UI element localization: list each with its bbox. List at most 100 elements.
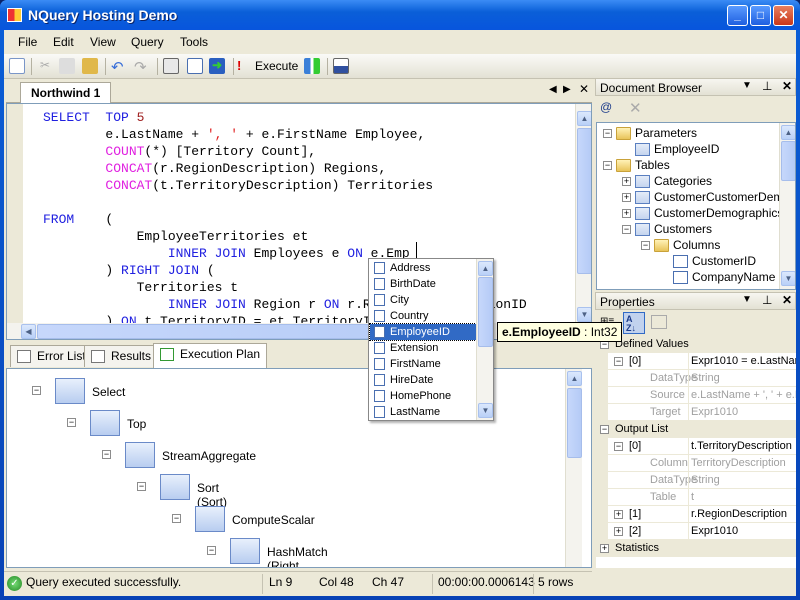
- expand-icon[interactable]: +: [600, 544, 609, 553]
- property-row[interactable]: − Output List: [596, 421, 796, 438]
- collapse-icon[interactable]: −: [32, 386, 41, 395]
- collapse-icon[interactable]: −: [102, 450, 111, 459]
- collapse-icon[interactable]: −: [614, 442, 623, 451]
- property-row[interactable]: −[0]Expr1010 = e.LastName: [596, 353, 796, 370]
- tab-close-icon[interactable]: ✕: [579, 82, 589, 96]
- explain-icon[interactable]: [304, 58, 320, 74]
- document-tree[interactable]: − Parameters EmployeeID − Tables + Categories +…: [596, 122, 796, 290]
- plan-node[interactable]: StreamAggregate: [162, 449, 256, 463]
- undo-icon[interactable]: ↶: [111, 58, 127, 76]
- autocomplete-item[interactable]: BirthDate: [370, 276, 476, 292]
- new-icon[interactable]: [9, 58, 25, 74]
- alphabetical-sort-icon[interactable]: A Z↓: [623, 312, 645, 334]
- collapse-icon[interactable]: −: [614, 357, 623, 366]
- execute-icon[interactable]: !: [237, 58, 241, 73]
- tree-item[interactable]: + CustomerCustomerDemo: [622, 190, 790, 205]
- autocomplete-item[interactable]: City: [370, 292, 476, 308]
- autocomplete-item[interactable]: Address: [370, 260, 476, 276]
- tree-item[interactable]: − Columns: [641, 238, 720, 253]
- property-grid[interactable]: −Defined Values−[0]Expr1010 = e.LastName…: [596, 336, 796, 568]
- collapse-icon[interactable]: −: [641, 241, 650, 251]
- panel-menu-icon[interactable]: ▼: [742, 294, 752, 305]
- tab-error-list[interactable]: Error List: [10, 345, 93, 367]
- execution-plan-view[interactable]: − Select − Top − StreamAggregate − Sort (Sort) −…: [6, 368, 592, 568]
- expand-icon[interactable]: +: [622, 209, 631, 219]
- plan-node[interactable]: Sort (Sort): [197, 481, 227, 509]
- property-row[interactable]: − Defined Values: [596, 336, 796, 353]
- autocomplete-item[interactable]: EmployeeID: [369, 323, 477, 341]
- menu-view[interactable]: View: [90, 35, 116, 49]
- tree-item[interactable]: + CustomerDemographics: [622, 206, 783, 221]
- menu-file[interactable]: File: [18, 35, 37, 49]
- property-row[interactable]: DataType String: [596, 472, 796, 489]
- menu-query[interactable]: Query: [131, 35, 164, 49]
- list-icon[interactable]: [187, 58, 203, 74]
- tree-item[interactable]: − Customers: [622, 222, 712, 237]
- tree-item[interactable]: + Categories: [622, 174, 712, 189]
- property-row[interactable]: DataType String: [596, 370, 796, 387]
- panel-close-icon[interactable]: ✕: [782, 293, 792, 307]
- autocomplete-popup[interactable]: Address BirthDate City Country EmployeeID Ext…: [368, 258, 494, 421]
- code-editor[interactable]: SELECT TOP 5 e.LastName + ', ' + e.First…: [6, 103, 592, 340]
- pin-icon[interactable]: ⊥: [762, 79, 772, 93]
- plan-node[interactable]: ComputeScalar: [232, 513, 315, 527]
- tab-scroll-right-icon[interactable]: ▶: [563, 84, 571, 95]
- import-icon[interactable]: ➜: [209, 58, 225, 74]
- property-row[interactable]: Table t: [596, 489, 796, 506]
- execute-button[interactable]: Execute: [255, 59, 298, 73]
- collapse-icon[interactable]: −: [207, 546, 216, 555]
- property-row[interactable]: Target Expr1010: [596, 404, 796, 421]
- save-icon[interactable]: [333, 58, 349, 74]
- plan-node[interactable]: HashMatch (Right Outer Join): [267, 545, 328, 567]
- property-pages-icon[interactable]: [651, 315, 667, 329]
- add-parameter-icon[interactable]: @: [600, 100, 612, 114]
- expand-icon[interactable]: +: [614, 527, 623, 536]
- expand-icon[interactable]: +: [614, 510, 623, 519]
- tree-item[interactable]: − Parameters: [603, 126, 697, 141]
- panel-menu-icon[interactable]: ▼: [742, 80, 752, 91]
- plan-vertical-scrollbar[interactable]: ▲: [565, 369, 582, 567]
- property-row[interactable]: Column TerritoryDescription: [596, 455, 796, 472]
- paste-icon[interactable]: [82, 58, 98, 74]
- autocomplete-item[interactable]: Country: [370, 308, 476, 324]
- tree-item[interactable]: CompanyName: [660, 270, 775, 285]
- autocomplete-item[interactable]: HireDate: [370, 372, 476, 388]
- pin-icon[interactable]: ⊥: [762, 293, 772, 307]
- collapse-icon[interactable]: −: [600, 425, 609, 434]
- tab-results[interactable]: Results: [84, 345, 159, 367]
- property-row[interactable]: + Statistics: [596, 540, 796, 557]
- autocomplete-item[interactable]: HomePhone: [370, 388, 476, 404]
- tab-scroll-left-icon[interactable]: ◀: [549, 84, 557, 95]
- property-row[interactable]: Sourcee.LastName + ', ' + e.FirstName: [596, 387, 796, 404]
- redo-icon[interactable]: ↷: [134, 58, 150, 76]
- tree-item[interactable]: EmployeeID: [622, 142, 719, 157]
- autocomplete-item[interactable]: LastName: [370, 404, 476, 420]
- collapse-icon[interactable]: −: [172, 514, 181, 523]
- plan-node[interactable]: Select: [92, 385, 125, 399]
- property-row[interactable]: + [2] Expr1010: [596, 523, 796, 540]
- autocomplete-item[interactable]: FirstName: [370, 356, 476, 372]
- minimize-button[interactable]: _: [727, 5, 748, 26]
- load-icon[interactable]: [163, 58, 179, 74]
- maximize-button[interactable]: □: [750, 5, 771, 26]
- tree-item[interactable]: CustomerID: [660, 254, 756, 269]
- delete-icon[interactable]: ✕: [629, 99, 642, 117]
- tab-northwind-1[interactable]: Northwind 1: [20, 82, 112, 103]
- collapse-icon[interactable]: −: [67, 418, 76, 427]
- tab-execution-plan[interactable]: Execution Plan: [153, 343, 268, 368]
- collapse-icon[interactable]: −: [137, 482, 146, 491]
- collapse-icon[interactable]: −: [622, 225, 631, 235]
- autocomplete-item[interactable]: Extension: [370, 340, 476, 356]
- panel-close-icon[interactable]: ✕: [782, 79, 792, 93]
- collapse-icon[interactable]: −: [603, 129, 612, 139]
- collapse-icon[interactable]: −: [603, 161, 612, 171]
- editor-vertical-scrollbar[interactable]: ▲ ▼: [575, 104, 591, 323]
- menu-tools[interactable]: Tools: [180, 35, 208, 49]
- property-row[interactable]: − [0] t.TerritoryDescription: [596, 438, 796, 455]
- tree-item[interactable]: − Tables: [603, 158, 670, 173]
- expand-icon[interactable]: +: [622, 193, 631, 203]
- copy-icon[interactable]: [59, 58, 75, 74]
- property-row[interactable]: + [1] r.RegionDescription: [596, 506, 796, 523]
- cut-icon[interactable]: ✂: [37, 58, 53, 74]
- document-tree-scrollbar[interactable]: ▲ ▼: [779, 123, 795, 289]
